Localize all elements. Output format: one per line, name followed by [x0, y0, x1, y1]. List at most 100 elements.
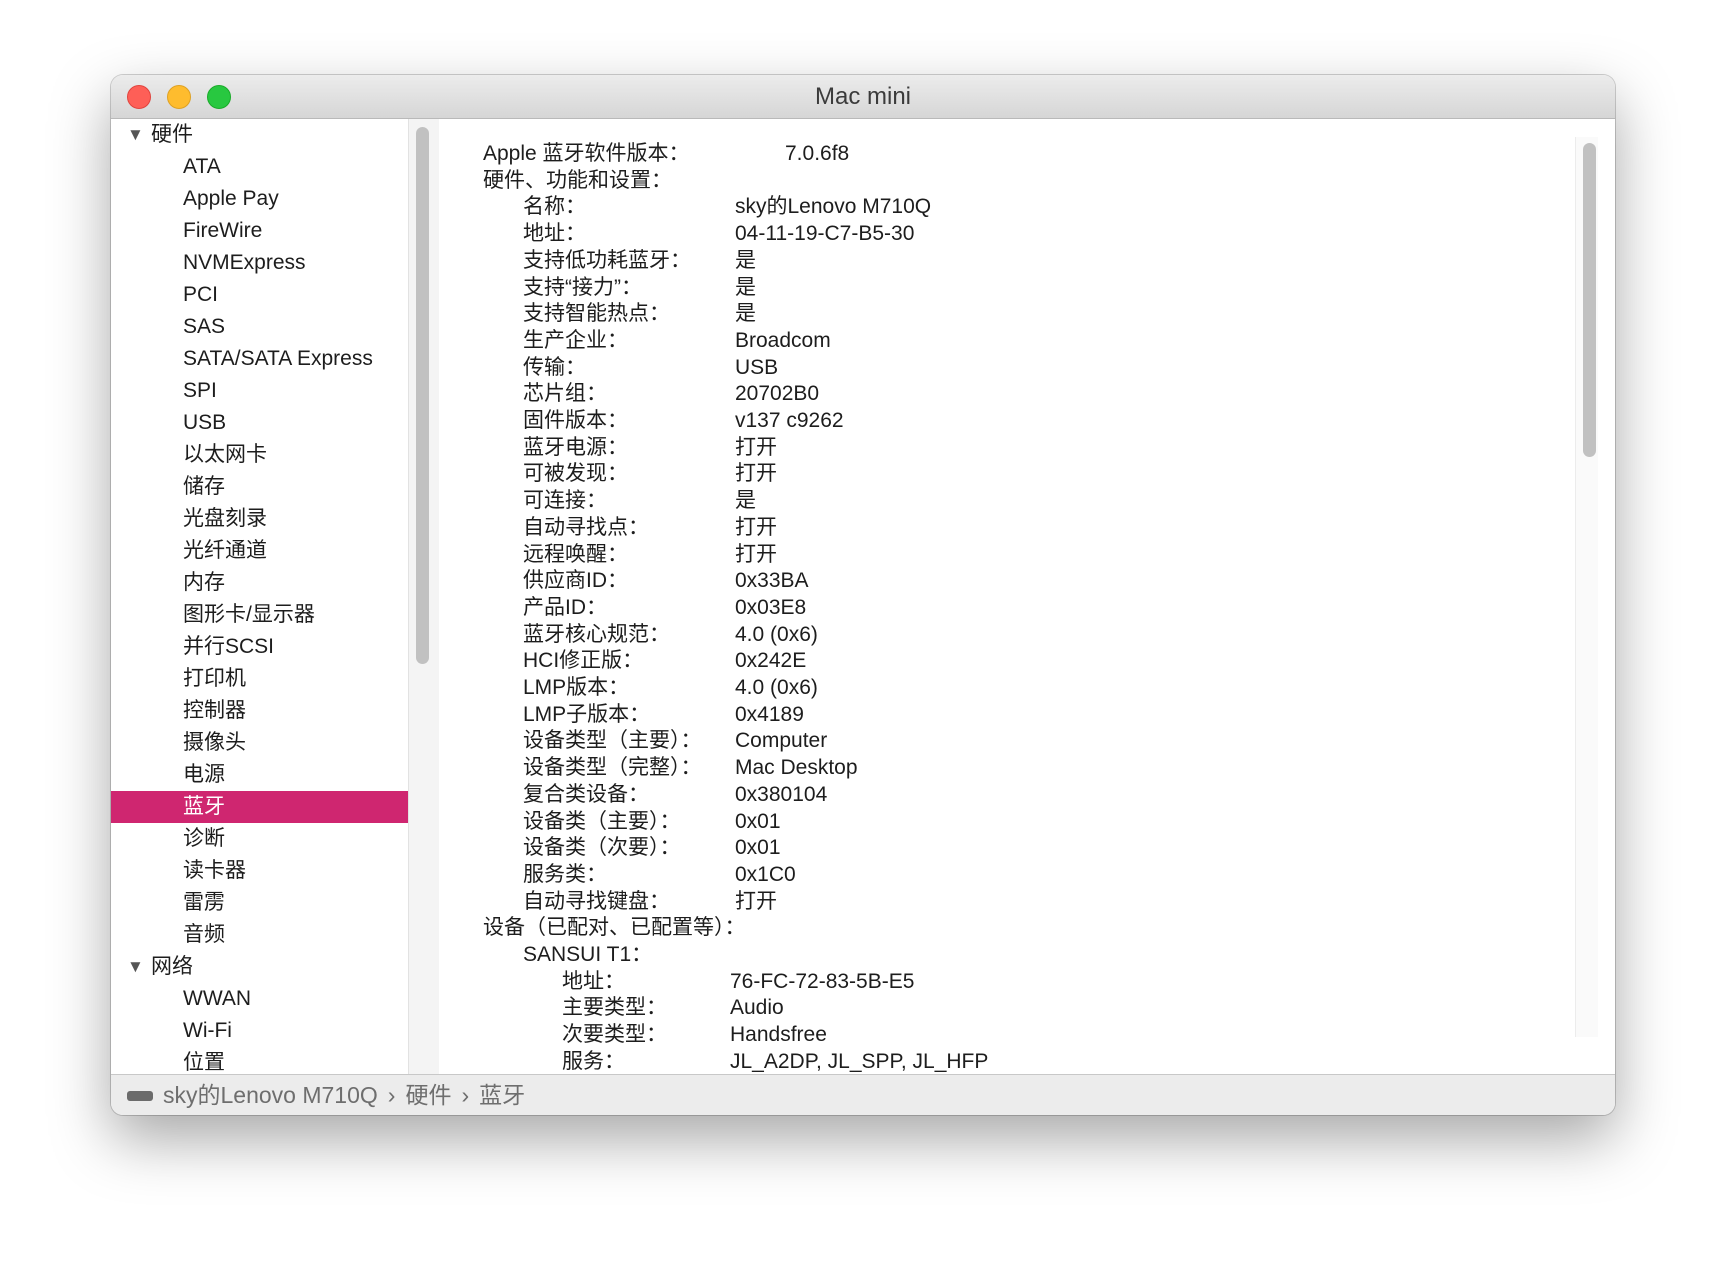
property-label: 地址： [523, 222, 586, 246]
sidebar-item[interactable]: 蓝牙 [111, 791, 408, 823]
sidebar-item-label: 摄像头 [183, 731, 246, 754]
property-value: 是 [735, 275, 756, 299]
sidebar-item[interactable]: SPI [111, 375, 408, 407]
property-label: Apple 蓝牙软件版本： [483, 142, 690, 165]
property-label: 支持低功耗蓝牙： [523, 248, 691, 272]
sidebar-item[interactable]: USB [111, 407, 408, 439]
sidebar-item-label: SATA/SATA Express [183, 347, 373, 370]
property-label: SANSUI T1： [523, 943, 653, 966]
property-label: 远程唤醒： [523, 542, 628, 566]
property-value: 0x4189 [735, 702, 804, 726]
sidebar-item[interactable]: 雷雳 [111, 887, 408, 919]
breadcrumb-separator: › [387, 1082, 396, 1108]
sidebar-item[interactable]: 以太网卡 [111, 439, 408, 471]
property-value: 0x380104 [735, 782, 828, 806]
property-value: 打开 [735, 435, 777, 459]
sidebar-item-label: PCI [183, 283, 219, 306]
sidebar-item[interactable]: Wi-Fi [111, 1015, 408, 1047]
property-label: 可被发现： [523, 462, 628, 486]
sidebar-item[interactable]: 储存 [111, 471, 408, 503]
breadcrumb-bluetooth[interactable]: 蓝牙 [479, 1082, 525, 1108]
sidebar-scrollbar-thumb[interactable] [416, 127, 429, 664]
sidebar: ▼ 硬件 ATA Apple Pay FireWire NVMExpress PCI SAS S… [111, 119, 408, 1074]
property-label: 蓝牙电源： [523, 435, 628, 459]
sidebar-item[interactable]: 光纤通道 [111, 535, 408, 567]
property-value: 是 [735, 302, 756, 326]
property-value: Mac Desktop [735, 756, 858, 780]
sidebar-item[interactable]: ATA [111, 151, 408, 183]
sidebar-item[interactable]: 位置 [111, 1047, 408, 1074]
sidebar-item-label: 诊断 [183, 827, 225, 850]
breadcrumb-separator: › [461, 1082, 470, 1108]
sidebar-item-label: SPI [183, 379, 217, 402]
sidebar-item[interactable]: SAS [111, 311, 408, 343]
sidebar-item[interactable]: 光盘刻录 [111, 503, 408, 535]
property-label: 服务： [562, 1049, 625, 1073]
sidebar-item[interactable]: Apple Pay [111, 183, 408, 215]
sidebar-item[interactable]: 内存 [111, 567, 408, 599]
sidebar-item[interactable]: 图形卡/显示器 [111, 599, 408, 631]
property-value: 0x242E [735, 649, 807, 673]
sidebar-item-label: Wi-Fi [183, 1019, 232, 1042]
breadcrumb-computer[interactable]: sky的Lenovo M710Q [163, 1082, 378, 1108]
sidebar-item-label: ATA [183, 155, 221, 178]
property-label: 设备（已配对、已配置等）： [483, 916, 746, 940]
property-label: 产品ID： [523, 595, 607, 619]
sidebar-item[interactable]: 打印机 [111, 663, 408, 695]
disclosure-triangle-icon[interactable]: ▼ [127, 119, 144, 151]
property-value: 是 [735, 489, 756, 513]
property-label: 地址： [562, 969, 625, 993]
sidebar-item-label: 音频 [183, 923, 225, 946]
sidebar-item-label: NVMExpress [183, 251, 306, 274]
disclosure-triangle-icon[interactable]: ▼ [127, 951, 144, 983]
property-label: LMP子版本： [523, 702, 651, 726]
property-label: 服务类： [523, 862, 607, 886]
property-label: 名称： [523, 195, 586, 219]
sidebar-group[interactable]: ▼ 网络 [111, 951, 408, 983]
property-label: 设备类（次要）： [523, 836, 681, 860]
property-label: 蓝牙核心规范： [523, 622, 670, 646]
sidebar-item[interactable]: 读卡器 [111, 855, 408, 887]
sidebar-item[interactable]: 音频 [111, 919, 408, 951]
detail-scrollbar-thumb[interactable] [1583, 143, 1596, 457]
sidebar-item[interactable]: PCI [111, 279, 408, 311]
sidebar-item[interactable]: 诊断 [111, 823, 408, 855]
property-label: HCI修正版： [523, 649, 644, 673]
sidebar-item[interactable]: SATA/SATA Express [111, 343, 408, 375]
property-value: 0x1C0 [735, 862, 796, 886]
window-title: Mac mini [814, 83, 911, 110]
sidebar-item[interactable]: 摄像头 [111, 727, 408, 759]
property-value: 打开 [735, 542, 777, 566]
sidebar-item[interactable]: FireWire [111, 215, 408, 247]
property-label: 芯片组： [523, 382, 607, 406]
property-label: 设备类型（完整）： [523, 756, 702, 780]
property-value: Computer [735, 729, 828, 753]
sidebar-item[interactable]: NVMExpress [111, 247, 408, 279]
property-value: 04-11-19-C7-B5-30 [735, 222, 915, 246]
sidebar-item[interactable]: WWAN [111, 983, 408, 1015]
sidebar-item-label: 雷雳 [183, 891, 225, 914]
sidebar-item-label: WWAN [183, 987, 252, 1010]
property-label: 可连接： [523, 489, 607, 513]
sidebar-item-label: 打印机 [183, 667, 246, 690]
sidebar-item[interactable]: 并行SCSI [111, 631, 408, 663]
sidebar-item-label: 网络 [151, 955, 193, 978]
property-label: 主要类型： [562, 996, 667, 1020]
sidebar-item-label: 电源 [183, 763, 225, 786]
sidebar-item[interactable]: 电源 [111, 759, 408, 791]
sidebar-item-label: 图形卡/显示器 [183, 603, 315, 626]
breadcrumb-hardware[interactable]: 硬件 [405, 1082, 451, 1108]
property-value: 0x01 [735, 809, 781, 833]
property-label: 传输： [523, 355, 586, 379]
property-label: 硬件、功能和设置： [483, 168, 672, 192]
property-value: 76-FC-72-83-5B-E5 [730, 969, 915, 993]
breadcrumb: sky的Lenovo M710Q › 硬件 › 蓝牙 [163, 1081, 525, 1109]
property-label: 供应商ID： [523, 569, 628, 593]
sidebar-group[interactable]: ▼ 硬件 [111, 119, 408, 151]
detail-pane: Apple 蓝牙软件版本： 7.0.6f8 硬件、功能和设置： 名称： sky的Leno… [439, 119, 1615, 1074]
path-bar: sky的Lenovo M710Q › 硬件 › 蓝牙 [111, 1074, 1615, 1115]
sidebar-item-label: 控制器 [183, 699, 246, 722]
property-label: 生产企业： [523, 328, 628, 352]
drive-icon [127, 1091, 153, 1101]
sidebar-item[interactable]: 控制器 [111, 695, 408, 727]
